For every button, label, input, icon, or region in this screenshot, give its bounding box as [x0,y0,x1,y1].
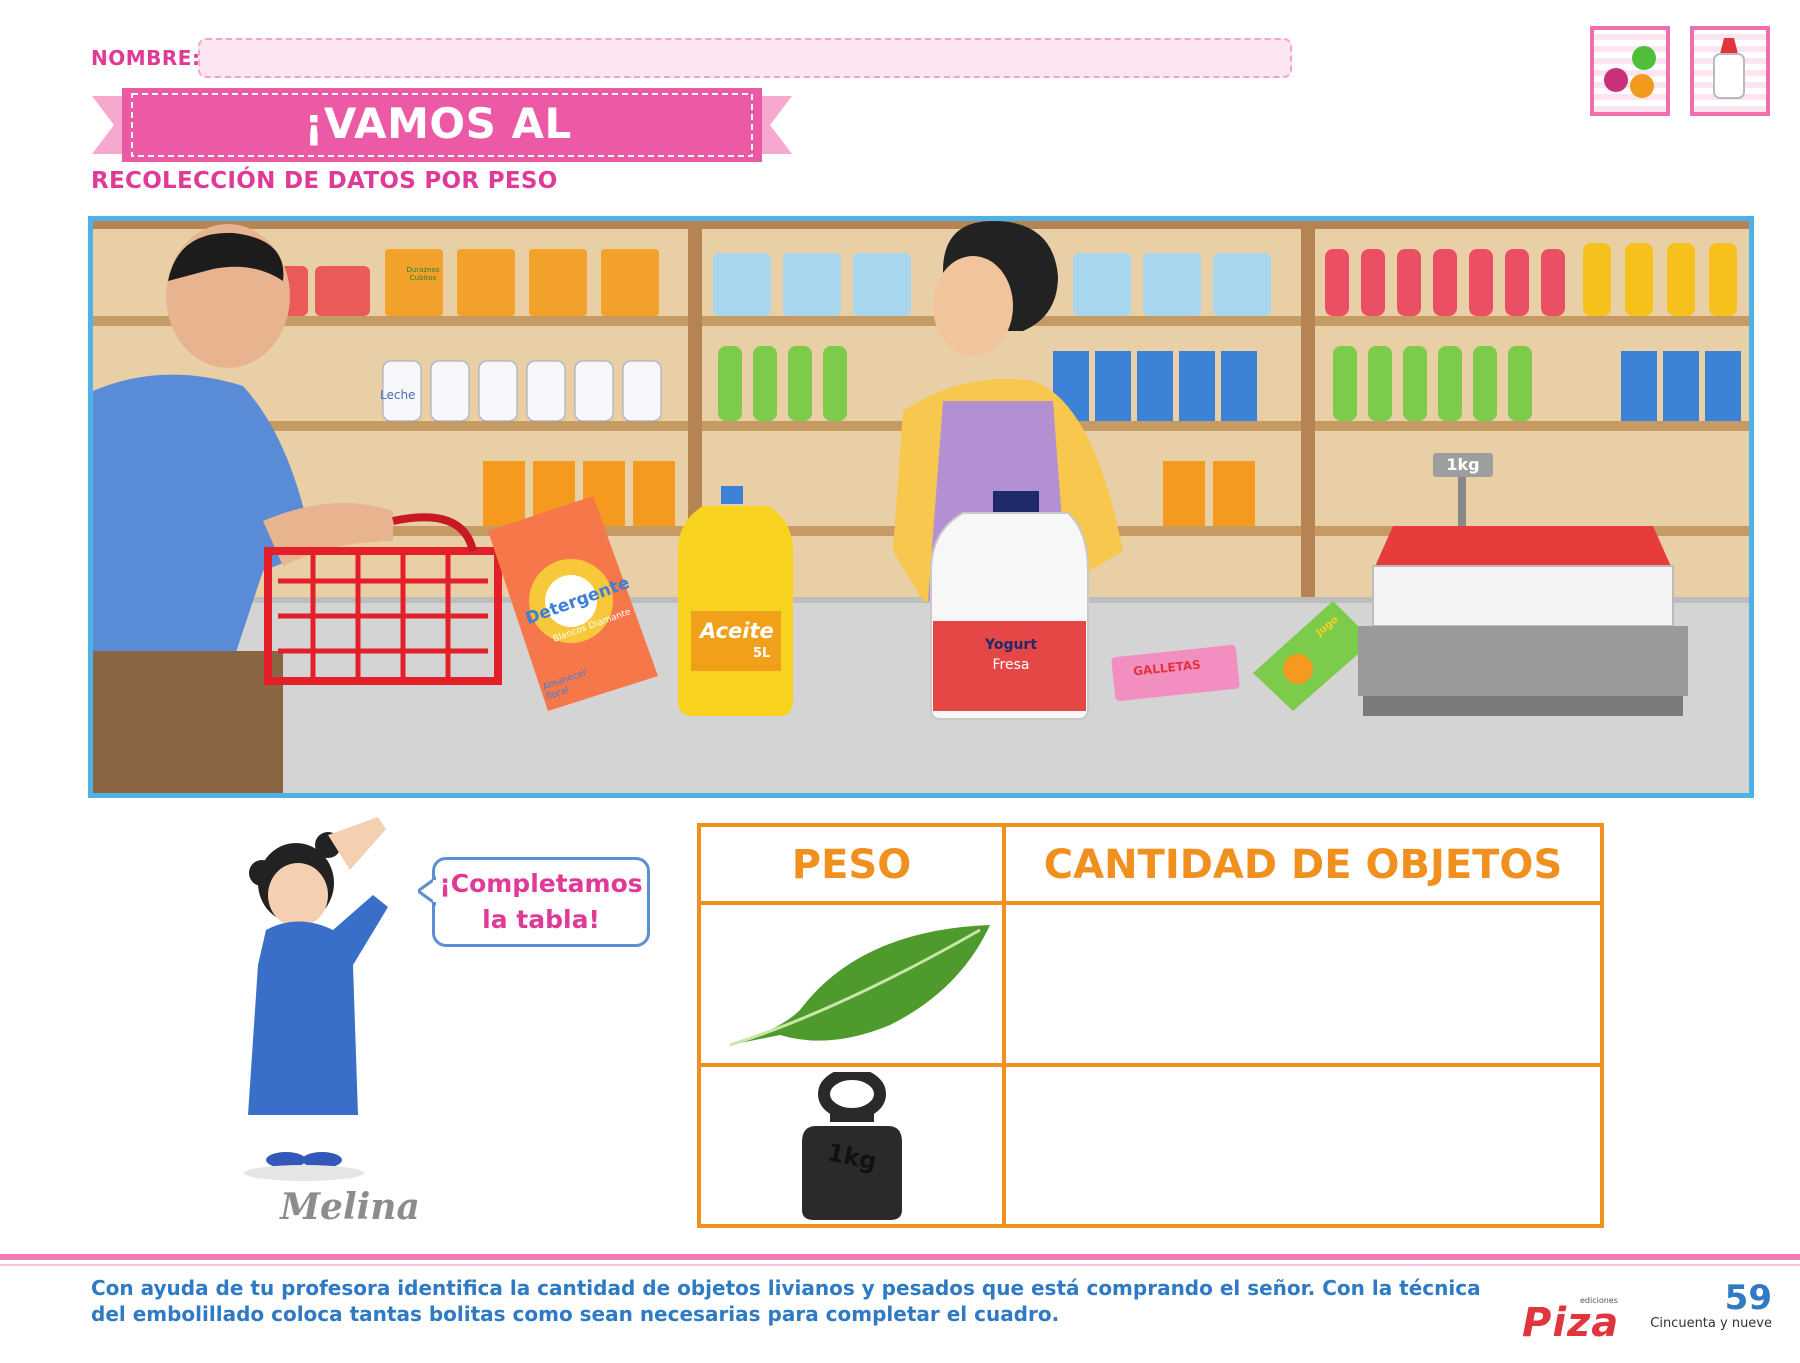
oil-volume-label: 5L [753,646,771,661]
colored-balls-icon [1590,26,1670,116]
table-header-divider [697,901,1604,905]
table-cell-count-heavy[interactable] [1010,1070,1598,1222]
page-number-words: Cincuenta y nueve [1650,1316,1772,1331]
scene-illustration [93,221,1749,793]
glue-bottle-icon [1690,26,1770,116]
page-subtitle: RECOLECCIÓN DE DATOS POR PESO [91,168,558,194]
page-number: 59 [1724,1278,1772,1318]
yogurt-flavor-label: Fresa [992,657,1030,673]
name-label: NOMBRE: [91,46,201,70]
milk-label: Leche [380,388,416,402]
speech-text: ¡Completamos la tabla! [436,866,646,938]
leaf-icon [729,925,990,1047]
supermarket-scene: Leche Duraznos Cubitos Detergente Blanco… [88,216,1754,798]
yogurt-label: Yogurt [984,637,1038,653]
melina-character [244,817,388,1181]
table-header-peso: PESO [791,842,912,888]
page-title: ¡VAMOS AL SUPERMERCADO! [228,99,648,208]
name-field[interactable] [198,38,1292,78]
scale-label: 1kg [1446,455,1480,474]
table-header-cantidad: CANTIDAD DE OBJETOS [1043,842,1563,888]
peach-can-label: Duraznos Cubitos [406,266,440,282]
oil-bottle [678,486,793,716]
publisher-logo: Piza [1522,1300,1620,1346]
oil-label: Aceite [700,619,774,643]
table-row-divider [697,1063,1604,1067]
yogurt-jug [930,491,1089,720]
speech-line-1: ¡Completamos [439,869,643,898]
speech-line-2: la tabla! [482,905,600,934]
table-cell-count-light[interactable] [1010,908,1598,1060]
footer-divider [0,1254,1800,1260]
speech-bubble-tail [418,876,436,906]
footer-divider-thin [0,1264,1800,1266]
milk-labels: Leche [380,388,600,402]
instructions-text: Con ayuda de tu profesora identifica la … [91,1276,1481,1326]
character-name: Melina [280,1186,420,1228]
